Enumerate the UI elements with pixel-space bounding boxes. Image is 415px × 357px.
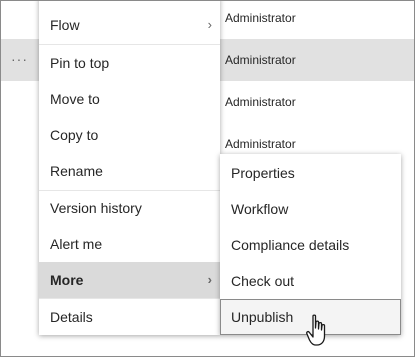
modified-by-cell: Administrator xyxy=(225,95,296,109)
submenu-item-check-out[interactable]: Check out xyxy=(220,263,401,299)
menu-item-label: Check out xyxy=(231,273,295,289)
menu-item-label: Pin to top xyxy=(50,55,110,71)
menu-item-label: More xyxy=(50,272,84,288)
document-list-view: Administrator ··· Administrator Administ… xyxy=(0,0,415,357)
context-menu: Flow › Pin to top Move to Copy to Rename… xyxy=(39,1,220,335)
menu-item-label: Alert me xyxy=(50,236,103,252)
modified-by-cell: Administrator xyxy=(225,137,296,151)
menu-item-more[interactable]: More › xyxy=(39,262,220,298)
menu-item-label: Rename xyxy=(50,163,103,179)
menu-item-label: Flow xyxy=(50,17,80,33)
submenu-item-workflow[interactable]: Workflow xyxy=(220,191,401,227)
menu-item-alert-me[interactable]: Alert me xyxy=(39,226,220,262)
hand-pointer-icon xyxy=(306,314,326,346)
menu-item-label: Compliance details xyxy=(231,237,350,253)
submenu-item-compliance-details[interactable]: Compliance details xyxy=(220,227,401,263)
menu-item-label: Details xyxy=(50,309,93,325)
menu-item-label: Properties xyxy=(231,165,295,181)
menu-item-copy-to[interactable]: Copy to xyxy=(39,117,220,153)
modified-by-cell: Administrator xyxy=(225,53,296,67)
menu-item-label: Move to xyxy=(50,91,100,107)
menu-item-flow[interactable]: Flow › xyxy=(39,7,220,43)
menu-item-label: Copy to xyxy=(50,127,99,143)
submenu-item-properties[interactable]: Properties xyxy=(220,155,401,191)
modified-by-cell: Administrator xyxy=(225,11,296,25)
menu-item-rename[interactable]: Rename xyxy=(39,153,220,189)
more-actions-icon[interactable]: ··· xyxy=(11,51,28,67)
chevron-right-icon: › xyxy=(207,272,212,287)
menu-item-label: Unpublish xyxy=(231,309,294,325)
more-submenu: Properties Workflow Compliance details C… xyxy=(220,154,401,335)
menu-item-version-history[interactable]: Version history xyxy=(39,190,220,226)
menu-item-move-to[interactable]: Move to xyxy=(39,81,220,117)
chevron-right-icon: › xyxy=(207,17,212,32)
menu-item-pin-to-top[interactable]: Pin to top xyxy=(39,45,220,81)
menu-item-label: Workflow xyxy=(231,201,289,217)
menu-item-label: Version history xyxy=(50,200,142,216)
menu-item-details[interactable]: Details xyxy=(39,299,220,335)
